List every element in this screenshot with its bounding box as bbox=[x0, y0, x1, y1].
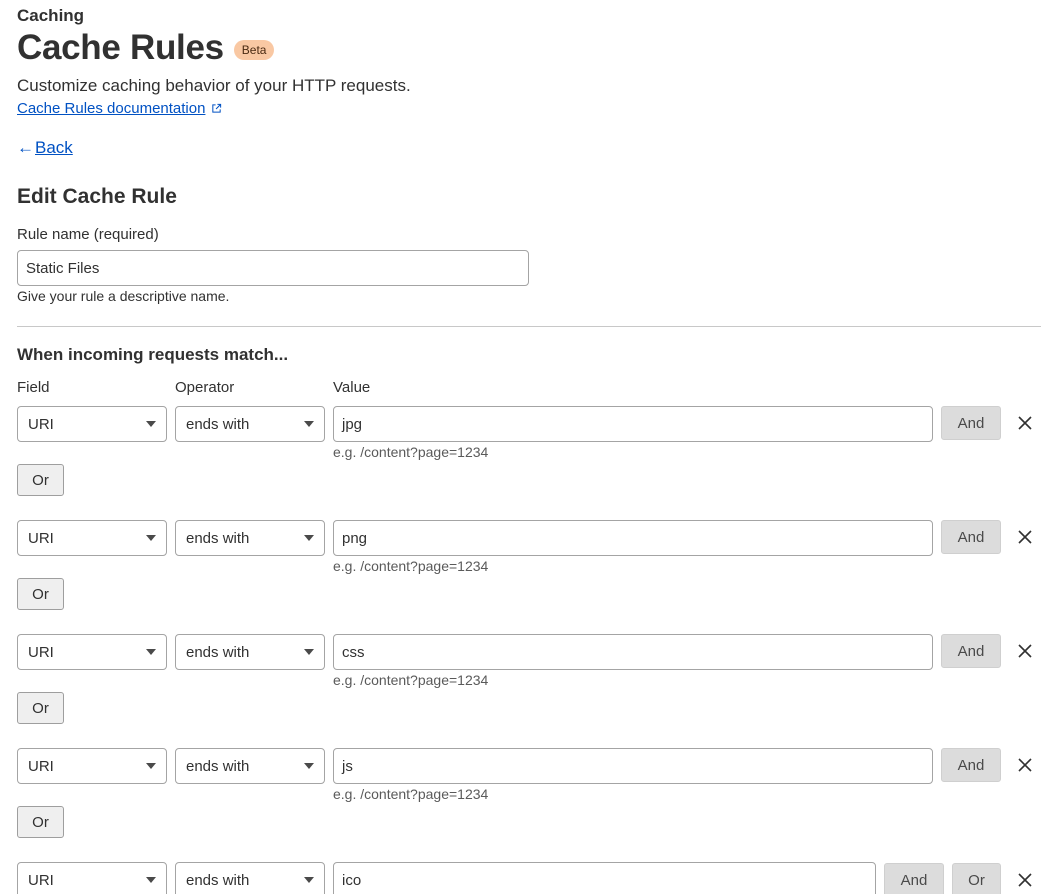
chevron-down-icon bbox=[146, 421, 156, 427]
value-example-text: e.g. /content?page=1234 bbox=[333, 786, 489, 802]
field-select-value: URI bbox=[28, 529, 54, 547]
chevron-down-icon bbox=[146, 877, 156, 883]
chevron-down-icon bbox=[146, 649, 156, 655]
value-column-header: Value bbox=[333, 379, 371, 396]
field-select[interactable]: URI bbox=[17, 406, 167, 442]
value-example-text: e.g. /content?page=1234 bbox=[333, 672, 489, 688]
field-select-value: URI bbox=[28, 415, 54, 433]
beta-badge: Beta bbox=[233, 40, 275, 60]
and-button[interactable]: And bbox=[941, 634, 1001, 668]
value-input-text: jpg bbox=[342, 415, 363, 433]
operator-select[interactable]: ends with bbox=[175, 634, 325, 670]
close-icon[interactable] bbox=[1016, 414, 1034, 432]
value-input[interactable]: ico bbox=[333, 862, 876, 894]
section-label: Caching bbox=[17, 6, 85, 25]
match-heading: When incoming requests match... bbox=[17, 345, 289, 364]
value-input[interactable]: js bbox=[333, 748, 933, 784]
back-link[interactable]: ← Back bbox=[17, 138, 73, 158]
chevron-down-icon bbox=[304, 421, 314, 427]
operator-select[interactable]: ends with bbox=[175, 862, 325, 894]
field-select-value: URI bbox=[28, 871, 54, 889]
field-select[interactable]: URI bbox=[17, 634, 167, 670]
operator-column-header: Operator bbox=[175, 379, 235, 396]
divider bbox=[17, 326, 1041, 327]
value-input[interactable]: jpg bbox=[333, 406, 933, 442]
operator-select[interactable]: ends with bbox=[175, 520, 325, 556]
rule-name-help-text: Give your rule a descriptive name. bbox=[17, 288, 230, 304]
close-icon[interactable] bbox=[1016, 756, 1034, 774]
value-input-text: png bbox=[342, 529, 368, 547]
field-select[interactable]: URI bbox=[17, 862, 167, 894]
or-button[interactable]: Or bbox=[17, 464, 64, 496]
field-select[interactable]: URI bbox=[17, 520, 167, 556]
back-link-label: Back bbox=[35, 138, 73, 157]
edit-rule-heading: Edit Cache Rule bbox=[17, 185, 177, 208]
page-title: Cache Rules bbox=[17, 28, 224, 67]
or-button[interactable]: Or bbox=[952, 863, 1001, 894]
field-select-value: URI bbox=[28, 643, 54, 661]
documentation-link-label: Cache Rules documentation bbox=[17, 100, 206, 117]
external-link-icon bbox=[212, 103, 222, 113]
documentation-link[interactable]: Cache Rules documentation bbox=[17, 100, 222, 117]
operator-select-value: ends with bbox=[186, 871, 250, 889]
operator-select-value: ends with bbox=[186, 757, 250, 775]
chevron-down-icon bbox=[304, 649, 314, 655]
value-input[interactable]: png bbox=[333, 520, 933, 556]
chevron-down-icon bbox=[146, 763, 156, 769]
operator-select-value: ends with bbox=[186, 643, 250, 661]
value-example-text: e.g. /content?page=1234 bbox=[333, 444, 489, 460]
or-button[interactable]: Or bbox=[17, 692, 64, 724]
value-example-text: e.g. /content?page=1234 bbox=[333, 558, 489, 574]
operator-select-value: ends with bbox=[186, 415, 250, 433]
and-button[interactable]: And bbox=[884, 863, 944, 894]
field-column-header: Field bbox=[17, 379, 50, 396]
operator-select[interactable]: ends with bbox=[175, 406, 325, 442]
chevron-down-icon bbox=[304, 877, 314, 883]
rule-name-input[interactable] bbox=[17, 250, 529, 286]
close-icon[interactable] bbox=[1016, 528, 1034, 546]
operator-select[interactable]: ends with bbox=[175, 748, 325, 784]
or-button[interactable]: Or bbox=[17, 578, 64, 610]
field-select[interactable]: URI bbox=[17, 748, 167, 784]
field-select-value: URI bbox=[28, 757, 54, 775]
chevron-down-icon bbox=[146, 535, 156, 541]
operator-select-value: ends with bbox=[186, 529, 250, 547]
title-row: Cache Rules Beta bbox=[17, 28, 275, 68]
and-button[interactable]: And bbox=[941, 520, 1001, 554]
back-arrow-icon: ← bbox=[17, 138, 34, 157]
value-input-text: css bbox=[342, 643, 365, 661]
and-button[interactable]: And bbox=[941, 748, 1001, 782]
and-button[interactable]: And bbox=[941, 406, 1001, 440]
rule-name-label: Rule name (required) bbox=[17, 226, 159, 243]
value-input-text: ico bbox=[342, 871, 362, 889]
page-subtitle: Customize caching behavior of your HTTP … bbox=[17, 76, 411, 95]
close-icon[interactable] bbox=[1016, 871, 1034, 889]
value-input[interactable]: css bbox=[333, 634, 933, 670]
or-button[interactable]: Or bbox=[17, 806, 64, 838]
chevron-down-icon bbox=[304, 535, 314, 541]
value-input-text: js bbox=[342, 757, 353, 775]
close-icon[interactable] bbox=[1016, 642, 1034, 660]
chevron-down-icon bbox=[304, 763, 314, 769]
